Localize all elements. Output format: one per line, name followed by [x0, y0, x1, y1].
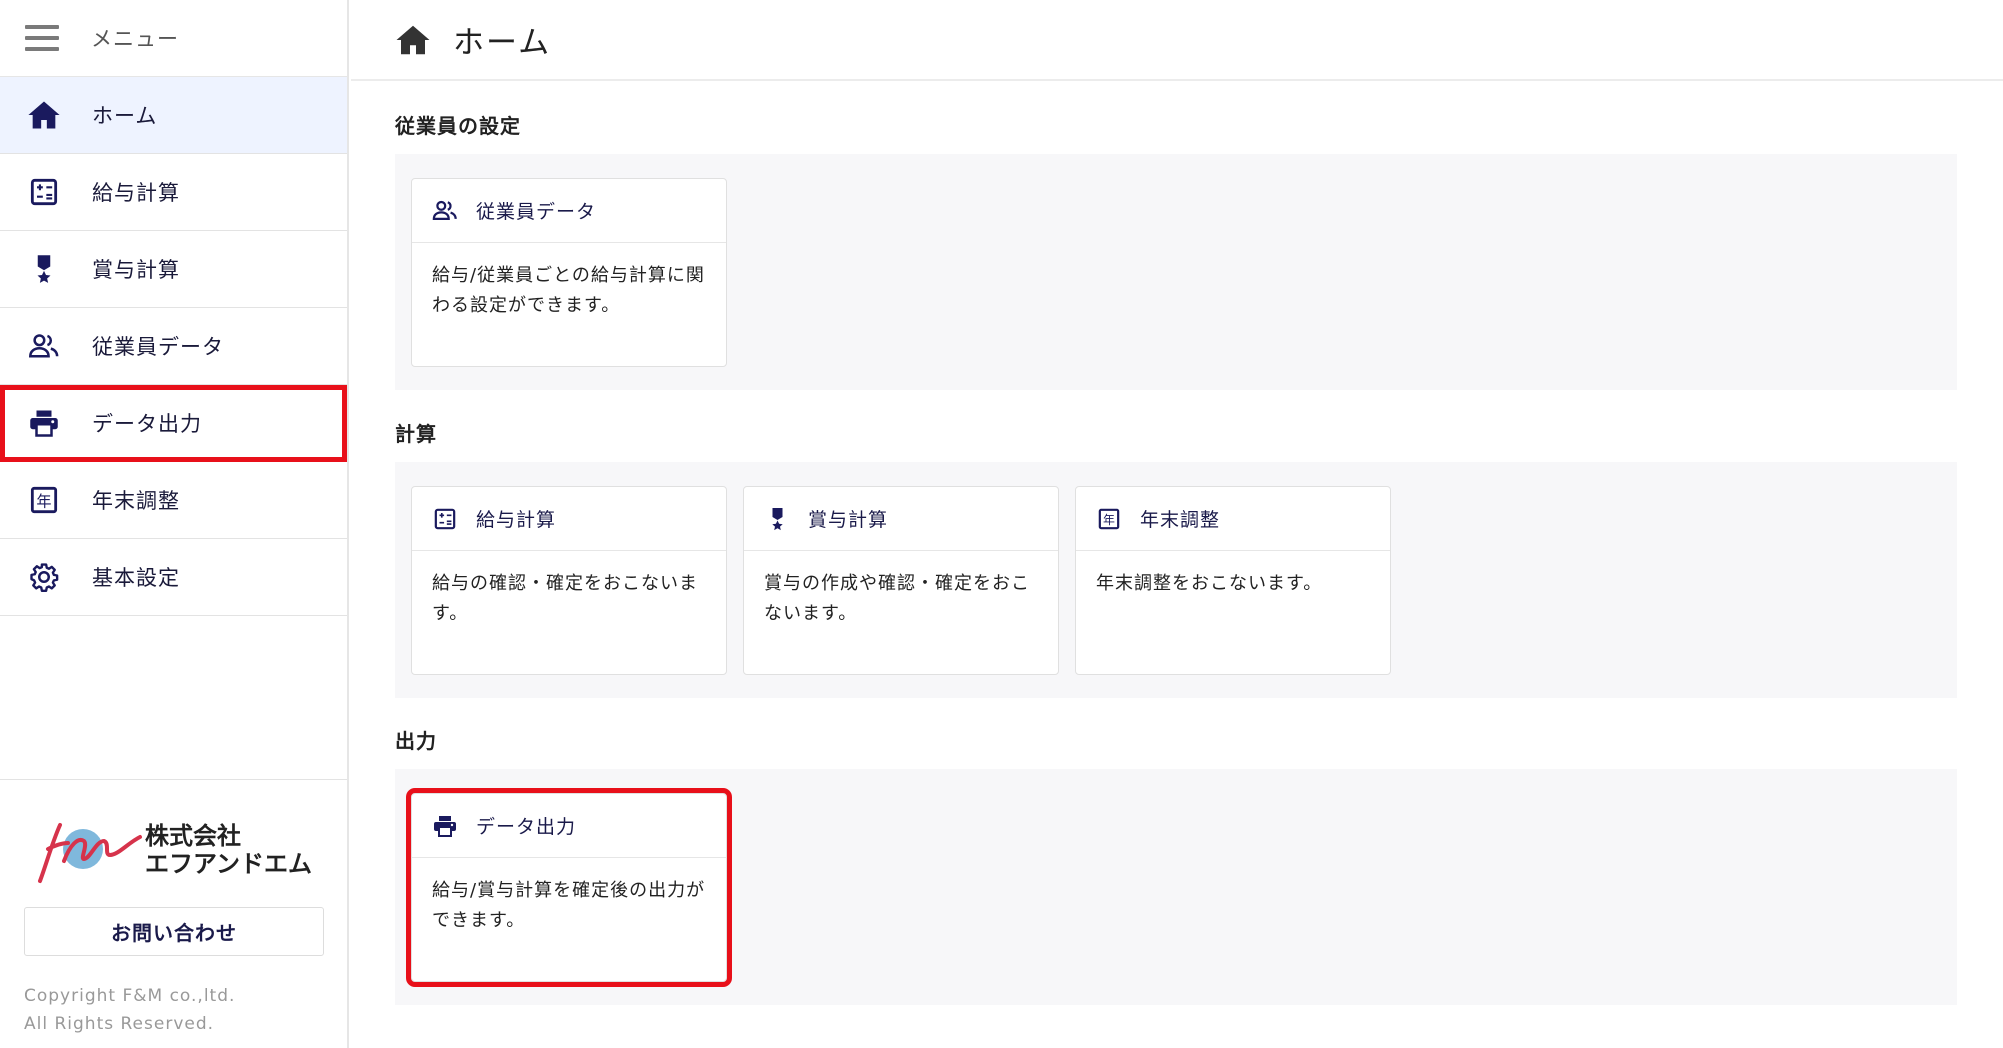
- hamburger-icon[interactable]: [25, 25, 59, 51]
- page-title: ホーム: [453, 25, 552, 61]
- year-icon: 年: [1096, 506, 1122, 532]
- home-icon: [395, 20, 435, 60]
- company-name: 株式会社 エフアンドエム: [145, 822, 312, 878]
- card-description: 年末調整をおこないます。: [1096, 573, 1323, 594]
- calculator-icon: [25, 173, 63, 211]
- sidebar-item-label: データ出力: [92, 412, 202, 436]
- card-description: 給与の確認・確定をおこないます。: [432, 573, 698, 624]
- sidebar-item-data-output[interactable]: データ出力: [0, 385, 347, 462]
- card-header: 賞与計算: [744, 487, 1058, 551]
- card-description: 給与/従業員ごとの給与計算に関わる設定ができます。: [432, 265, 705, 316]
- card-year-end[interactable]: 年 年末調整 年末調整をおこないます。: [1075, 486, 1391, 675]
- sidebar-item-year-end[interactable]: 年 年末調整: [0, 462, 347, 539]
- gear-icon: [25, 558, 63, 596]
- section-employee-settings: 従業員データ 給与/従業員ごとの給与計算に関わる設定ができます。: [395, 154, 1957, 390]
- card-header: データ出力: [412, 794, 726, 858]
- main-content: ホーム 従業員の設定 従業員データ 給与/従業員ごとの給与計算に関わる設定ができ…: [351, 0, 2003, 1048]
- card-title: データ出力: [476, 816, 577, 838]
- copyright-text: Copyright F&M co.,ltd. All Rights Reserv…: [24, 982, 347, 1038]
- medal-icon: [25, 250, 63, 288]
- people-icon: [432, 198, 458, 224]
- sidebar-item-settings[interactable]: 基本設定: [0, 539, 347, 616]
- company-name-line1: 株式会社: [145, 822, 241, 850]
- calculator-icon: [432, 506, 458, 532]
- fm-logo-mark: [28, 815, 143, 885]
- card-title: 年末調整: [1140, 509, 1221, 531]
- sidebar-item-label: ホーム: [92, 104, 158, 128]
- company-logo: 株式会社 エフアンドエム: [28, 815, 347, 885]
- sidebar-item-employees[interactable]: 従業員データ: [0, 308, 347, 385]
- sidebar-item-label: 従業員データ: [92, 335, 224, 359]
- printer-icon: [432, 813, 458, 839]
- year-icon: 年: [25, 481, 63, 519]
- card-employee-data[interactable]: 従業員データ 給与/従業員ごとの給与計算に関わる設定ができます。: [411, 178, 727, 367]
- sidebar-item-payroll[interactable]: 給与計算: [0, 154, 347, 231]
- card-header: 従業員データ: [412, 179, 726, 243]
- sidebar-item-home[interactable]: ホーム: [0, 77, 347, 154]
- sidebar-item-label: 賞与計算: [92, 258, 180, 282]
- card-description: 給与/賞与計算を確定後の出力ができます。: [432, 880, 706, 931]
- sidebar-item-label: 給与計算: [92, 181, 180, 205]
- section-title-output: 出力: [395, 729, 437, 753]
- copyright-line2: All Rights Reserved.: [24, 1014, 215, 1034]
- sidebar: メニュー ホーム 給与計算 賞与計算 従業員データ データ出力 年 年末調整 基…: [0, 0, 349, 1048]
- card-title: 給与計算: [476, 509, 557, 531]
- svg-text:年: 年: [1103, 513, 1115, 527]
- sidebar-item-label: 年末調整: [92, 489, 180, 513]
- sidebar-item-label: 基本設定: [92, 566, 180, 590]
- menu-header[interactable]: メニュー: [0, 0, 347, 77]
- company-name-line2: エフアンドエム: [145, 850, 313, 878]
- card-description: 賞与の作成や確認・確定をおこないます。: [764, 573, 1030, 624]
- card-title: 賞与計算: [808, 509, 889, 531]
- section-title-calculation: 計算: [395, 422, 437, 446]
- menu-label: メニュー: [91, 27, 179, 51]
- card-bonus[interactable]: 賞与計算 賞与の作成や確認・確定をおこないます。: [743, 486, 1059, 675]
- home-icon: [25, 96, 63, 134]
- people-icon: [25, 327, 63, 365]
- card-payroll[interactable]: 給与計算 給与の確認・確定をおこないます。: [411, 486, 727, 675]
- section-output: データ出力 給与/賞与計算を確定後の出力ができます。: [395, 769, 1957, 1005]
- page-header: ホーム: [351, 0, 2003, 81]
- printer-icon: [25, 404, 63, 442]
- copyright-line1: Copyright F&M co.,ltd.: [24, 986, 236, 1006]
- card-header: 給与計算: [412, 487, 726, 551]
- card-data-output[interactable]: データ出力 給与/賞与計算を確定後の出力ができます。: [406, 788, 732, 987]
- sidebar-footer: 株式会社 エフアンドエム お問い合わせ Copyright F&M co.,lt…: [0, 779, 347, 1038]
- sidebar-item-bonus[interactable]: 賞与計算: [0, 231, 347, 308]
- section-title-employee-settings: 従業員の設定: [395, 114, 521, 138]
- section-calculation: 給与計算 給与の確認・確定をおこないます。 賞与計算 賞与の作成や確認・確定をお…: [395, 462, 1957, 698]
- contact-button[interactable]: お問い合わせ: [24, 907, 324, 956]
- svg-text:年: 年: [36, 492, 51, 510]
- card-header: 年 年末調整: [1076, 487, 1390, 551]
- medal-icon: [764, 506, 790, 532]
- card-title: 従業員データ: [476, 201, 597, 223]
